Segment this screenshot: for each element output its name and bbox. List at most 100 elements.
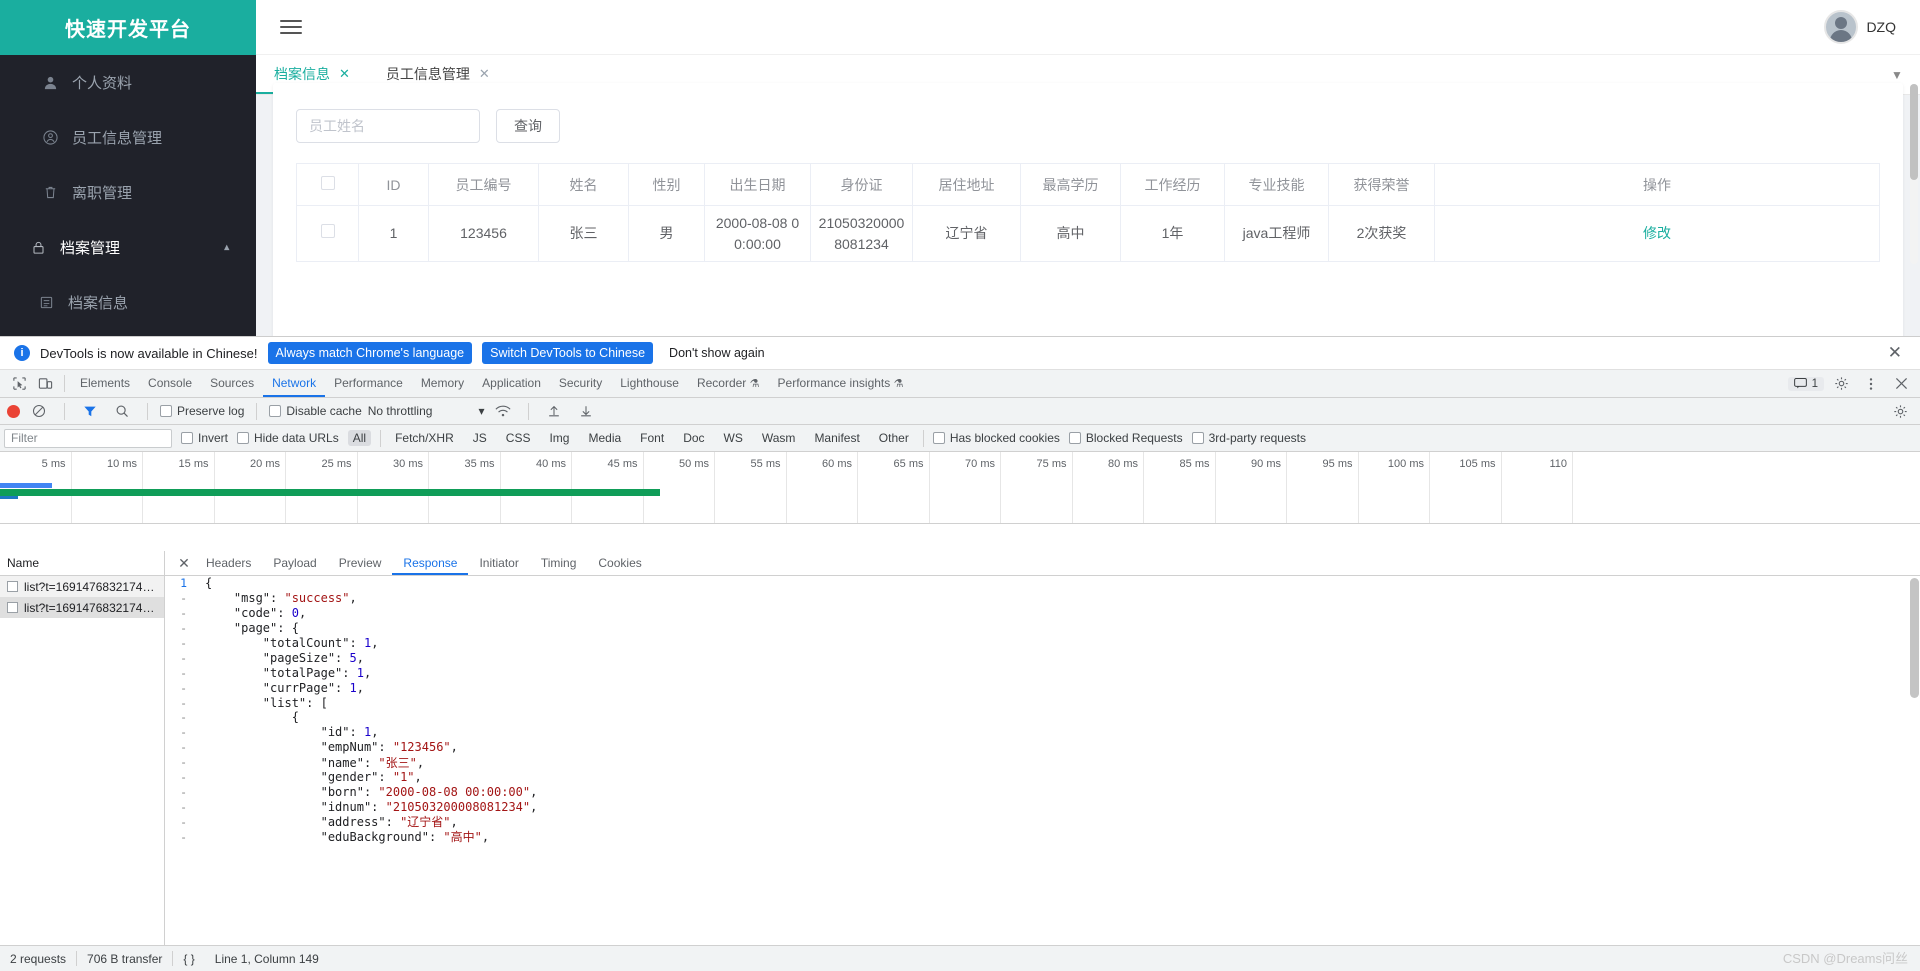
- close-icon[interactable]: ✕: [339, 66, 350, 82]
- detail-tab-timing[interactable]: Timing: [530, 551, 588, 575]
- cell-address: 辽宁省: [912, 205, 1021, 262]
- invert-checkbox[interactable]: Invert: [181, 431, 228, 445]
- throttling-select[interactable]: No throttling ▾: [368, 404, 485, 418]
- line-number: -: [180, 606, 187, 621]
- has-blocked-cookies-checkbox[interactable]: Has blocked cookies: [932, 431, 1060, 445]
- select-all-checkbox[interactable]: [320, 176, 335, 190]
- network-toolbar: Preserve log Disable cache No throttling…: [0, 398, 1920, 425]
- more-options-icon[interactable]: [1858, 371, 1884, 397]
- sidebar-item-personal-profile[interactable]: 个人资料: [0, 55, 256, 110]
- filter-icon[interactable]: [77, 398, 103, 424]
- line-number: -: [180, 799, 187, 814]
- network-timeline-overview[interactable]: 5 ms 10 ms 15 ms 20 ms 25 ms 30 ms 35 ms 40 ms 4…: [0, 452, 1920, 524]
- response-body-viewer[interactable]: 1{- "msg": "success", - "code": 0, - "page…: [165, 576, 1920, 945]
- select-all-header: [296, 163, 359, 206]
- filter-type-ws[interactable]: WS: [719, 430, 748, 446]
- filter-type-font[interactable]: Font: [635, 430, 669, 446]
- search-input[interactable]: [296, 109, 480, 143]
- record-button[interactable]: [7, 404, 20, 418]
- line-number: -: [180, 740, 187, 755]
- filter-input[interactable]: [4, 428, 172, 448]
- format-code-icon[interactable]: { }: [173, 952, 204, 966]
- tab-console[interactable]: Console: [139, 370, 201, 397]
- tab-memory[interactable]: Memory: [412, 370, 473, 397]
- edit-link[interactable]: 修改: [1434, 205, 1880, 262]
- sidebar-item-label: 员工信息管理: [72, 130, 163, 147]
- network-body: Name list?t=1691476832174… list?t=169147…: [0, 551, 1920, 945]
- dont-show-again-button[interactable]: Don't show again: [663, 342, 771, 364]
- close-icon[interactable]: ✕: [479, 66, 490, 82]
- gear-icon[interactable]: [1828, 371, 1854, 397]
- search-icon[interactable]: [109, 398, 135, 424]
- user-area[interactable]: DZQ: [1824, 10, 1896, 44]
- tab-performance[interactable]: Performance: [325, 370, 412, 397]
- blocked-requests-checkbox[interactable]: Blocked Requests: [1068, 431, 1183, 445]
- user-name: DZQ: [1866, 19, 1896, 35]
- tab-lighthouse[interactable]: Lighthouse: [611, 370, 688, 397]
- hamburger-menu-icon[interactable]: [280, 16, 302, 38]
- message-count-badge[interactable]: 1: [1787, 376, 1824, 391]
- request-list: Name list?t=1691476832174… list?t=169147…: [0, 551, 165, 945]
- third-party-requests-checkbox[interactable]: 3rd-party requests: [1191, 431, 1306, 445]
- inspect-element-icon[interactable]: [6, 371, 32, 397]
- tab-elements[interactable]: Elements: [71, 370, 139, 397]
- export-har-icon[interactable]: [573, 398, 599, 424]
- detail-tab-headers[interactable]: Headers: [195, 551, 262, 575]
- close-devtools-icon[interactable]: [1888, 371, 1914, 397]
- filter-type-wasm[interactable]: Wasm: [757, 430, 801, 446]
- network-settings-gear-icon[interactable]: [1887, 398, 1913, 424]
- filter-type-fetch-xhr[interactable]: Fetch/XHR: [390, 430, 459, 446]
- col-empnum: 员工编号: [428, 163, 539, 206]
- sidebar-group-archive-management[interactable]: 档案管理 ▾: [0, 220, 256, 275]
- filter-type-manifest[interactable]: Manifest: [809, 430, 864, 446]
- detail-tab-cookies[interactable]: Cookies: [587, 551, 652, 575]
- filter-type-js[interactable]: JS: [468, 430, 492, 446]
- tab-security[interactable]: Security: [550, 370, 611, 397]
- divider: [64, 402, 65, 420]
- sidebar-item-archive-info[interactable]: 档案信息: [0, 275, 256, 330]
- request-item[interactable]: list?t=1691476832174…: [0, 576, 164, 597]
- always-match-language-button[interactable]: Always match Chrome's language: [267, 342, 473, 364]
- import-har-icon[interactable]: [541, 398, 567, 424]
- detail-tab-initiator[interactable]: Initiator: [468, 551, 529, 575]
- code-text: "empNum": "123456",: [320, 740, 458, 755]
- detail-tab-payload[interactable]: Payload: [262, 551, 327, 575]
- filter-type-all[interactable]: All: [347, 430, 372, 446]
- hide-data-urls-checkbox[interactable]: Hide data URLs: [237, 431, 339, 445]
- detail-tab-response[interactable]: Response: [392, 551, 469, 575]
- col-address: 居住地址: [912, 163, 1021, 206]
- code-text: {: [205, 576, 213, 591]
- filter-type-doc[interactable]: Doc: [678, 430, 709, 446]
- tab-network[interactable]: Network: [263, 370, 326, 397]
- detail-tab-preview[interactable]: Preview: [328, 551, 393, 575]
- row-checkbox[interactable]: [320, 224, 335, 239]
- disable-cache-checkbox[interactable]: Disable cache: [269, 404, 362, 418]
- filter-type-img[interactable]: Img: [544, 430, 574, 446]
- network-conditions-icon[interactable]: [490, 398, 516, 424]
- clear-icon[interactable]: [26, 398, 52, 424]
- sidebar-item-resignation-management[interactable]: 离职管理: [0, 165, 256, 220]
- switch-devtools-language-button[interactable]: Switch DevTools to Chinese: [482, 342, 654, 364]
- device-toolbar-icon[interactable]: [32, 371, 58, 397]
- cell-experience: 1年: [1120, 205, 1225, 262]
- close-detail-icon[interactable]: ✕: [173, 555, 195, 572]
- filter-type-media[interactable]: Media: [583, 430, 626, 446]
- preserve-log-checkbox[interactable]: Preserve log: [160, 404, 244, 418]
- tab-recorder[interactable]: Recorder ⚗: [688, 370, 769, 397]
- app-scrollbar[interactable]: [1910, 84, 1918, 264]
- col-experience: 工作经历: [1120, 163, 1225, 206]
- line-number: -: [180, 725, 187, 740]
- request-item[interactable]: list?t=1691476832174…: [0, 597, 164, 618]
- query-button[interactable]: 查询: [496, 109, 560, 143]
- code-text: "born": "2000-08-08 00:00:00",: [320, 784, 538, 799]
- close-icon[interactable]: ✕: [1888, 343, 1906, 363]
- tab-application[interactable]: Application: [473, 370, 550, 397]
- sidebar-item-employee-management[interactable]: 员工信息管理: [0, 110, 256, 165]
- filter-type-other[interactable]: Other: [874, 430, 914, 446]
- tab-performance-insights[interactable]: Performance insights ⚗: [769, 370, 913, 397]
- top-bar: DZQ: [256, 0, 1920, 55]
- code-line: - "list": [: [165, 695, 1920, 710]
- filter-type-css[interactable]: CSS: [501, 430, 536, 446]
- response-scrollbar[interactable]: [1910, 578, 1919, 943]
- tab-sources[interactable]: Sources: [201, 370, 263, 397]
